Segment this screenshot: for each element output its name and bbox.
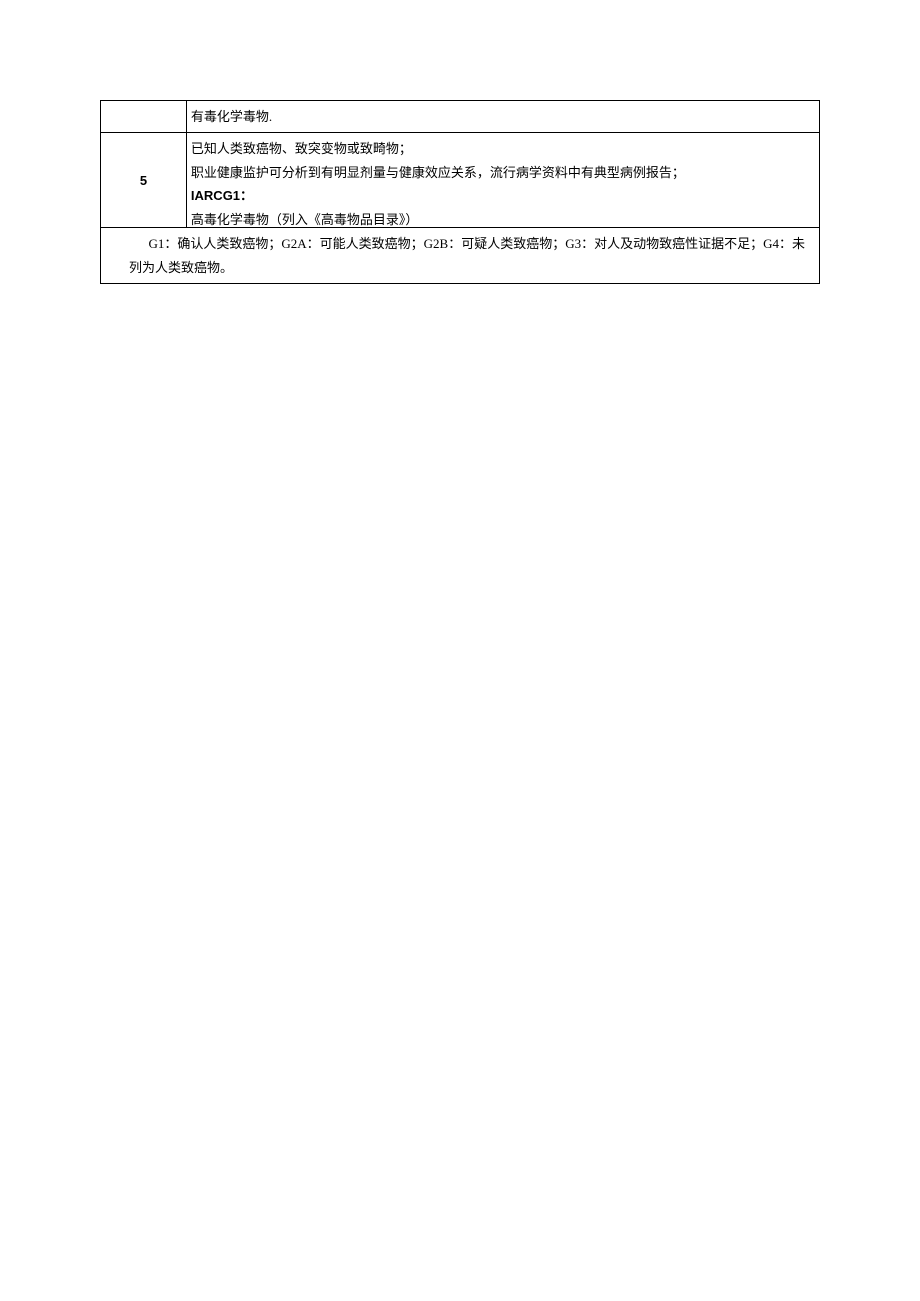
row-number-cell: 5 <box>101 133 187 228</box>
footnote-cell: G1：确认人类致癌物；G2A：可能人类致癌物；G2B：可疑人类致癌物；G3：对人… <box>101 228 820 284</box>
row-desc-cell: 有毒化学毒物. <box>186 101 819 133</box>
footnote-text: G1：确认人类致癌物；G2A：可能人类致癌物；G2B：可疑人类致癌物；G3：对人… <box>129 236 805 274</box>
classification-table: 有毒化学毒物. 5 已知人类致癌物、致突变物或致畸物； 职业健康监护可分析到有明… <box>100 100 820 284</box>
row-number: 5 <box>140 173 147 188</box>
table-row: 5 已知人类致癌物、致突变物或致畸物； 职业健康监护可分析到有明显剂量与健康效应… <box>101 133 820 228</box>
desc-line-iarc: IARCG1： <box>191 184 815 207</box>
footnote-row: G1：确认人类致癌物；G2A：可能人类致癌物；G2B：可疑人类致癌物；G3：对人… <box>101 228 820 284</box>
row-desc-cell: 已知人类致癌物、致突变物或致畸物； 职业健康监护可分析到有明显剂量与健康效应关系… <box>186 133 819 228</box>
desc-line: 职业健康监护可分析到有明显剂量与健康效应关系，流行病学资料中有典型病例报告； <box>191 161 815 184</box>
desc-line: 已知人类致癌物、致突变物或致畸物； <box>191 137 815 160</box>
desc-line: 高毒化学毒物（列入《高毒物品目录》） <box>191 208 815 228</box>
document-page: 有毒化学毒物. 5 已知人类致癌物、致突变物或致畸物； 职业健康监护可分析到有明… <box>0 0 920 284</box>
desc-line: 有毒化学毒物. <box>191 109 272 124</box>
row-number-cell <box>101 101 187 133</box>
clipped-content: 已知人类致癌物、致突变物或致畸物； 职业健康监护可分析到有明显剂量与健康效应关系… <box>187 133 819 227</box>
table-row: 有毒化学毒物. <box>101 101 820 133</box>
